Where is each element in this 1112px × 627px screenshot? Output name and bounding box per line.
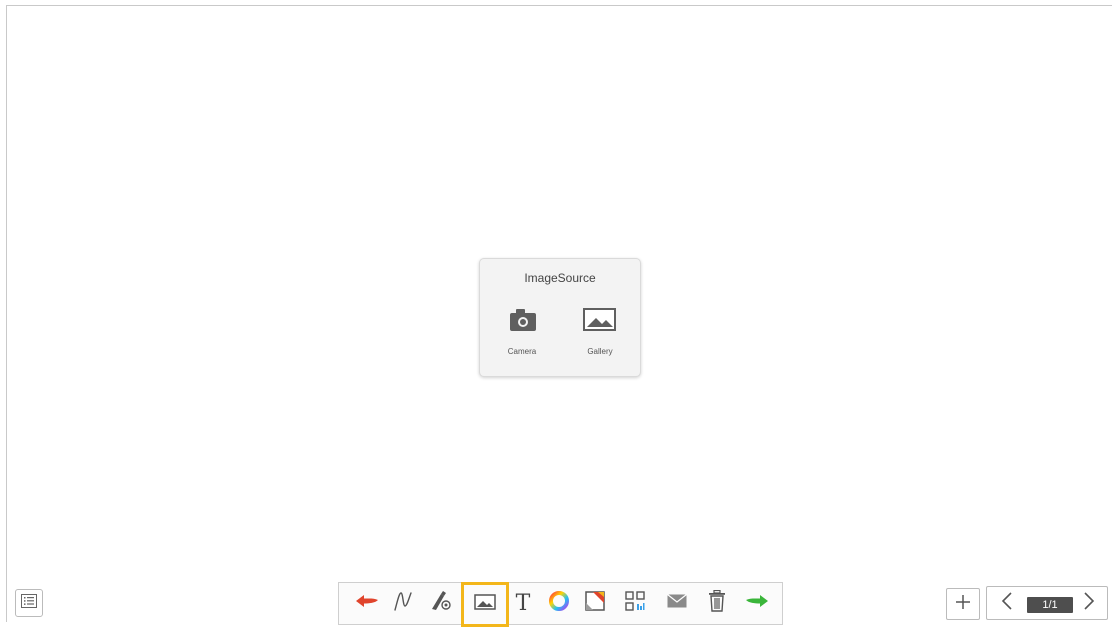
add-page-button[interactable] xyxy=(946,588,980,620)
envelope-icon xyxy=(667,594,687,613)
undo-button[interactable] xyxy=(351,583,383,624)
page-indicator: 1/1 xyxy=(1027,597,1073,613)
qr-code-icon xyxy=(625,591,645,616)
color-picker-button[interactable] xyxy=(543,583,575,624)
chevron-left-icon xyxy=(1001,591,1013,615)
trash-icon xyxy=(708,589,726,617)
image-source-dialog: ImageSource Camera Gallery xyxy=(479,258,641,377)
image-icon xyxy=(474,594,496,615)
qr-code-button[interactable] xyxy=(619,583,651,624)
image-icon xyxy=(570,305,630,331)
gallery-label: Gallery xyxy=(587,347,613,356)
gallery-option[interactable]: Gallery xyxy=(570,305,630,361)
redo-button[interactable] xyxy=(741,583,773,624)
camera-label: Camera xyxy=(507,347,537,356)
pen-stroke-icon xyxy=(393,590,413,617)
text-icon: T xyxy=(515,590,531,616)
email-button[interactable] xyxy=(661,583,693,624)
pen-button[interactable] xyxy=(387,583,419,624)
color-wheel-icon xyxy=(548,590,570,617)
bottom-toolbar: T xyxy=(338,582,783,627)
background-icon xyxy=(585,591,605,616)
chevron-right-icon xyxy=(1083,591,1095,615)
undo-arrow-icon xyxy=(355,594,379,613)
plus-icon xyxy=(955,594,971,615)
pen-settings-button[interactable] xyxy=(425,583,457,624)
list-icon xyxy=(21,593,37,613)
previous-page-button[interactable] xyxy=(993,587,1021,619)
camera-icon xyxy=(492,305,552,331)
pen-settings-icon xyxy=(429,590,453,617)
page-list-button[interactable] xyxy=(15,589,43,617)
camera-option[interactable]: Camera xyxy=(492,305,552,361)
background-button[interactable] xyxy=(579,583,611,624)
delete-button[interactable] xyxy=(701,583,733,624)
page-navigator: 1/1 xyxy=(986,586,1108,620)
next-page-button[interactable] xyxy=(1075,587,1103,619)
dialog-title: ImageSource xyxy=(524,271,596,285)
text-tool-button[interactable]: T xyxy=(507,583,539,624)
redo-arrow-icon xyxy=(745,594,769,613)
image-button[interactable] xyxy=(461,582,509,627)
app-frame: ImageSource Camera Gallery T 1/1 xyxy=(0,0,1112,627)
